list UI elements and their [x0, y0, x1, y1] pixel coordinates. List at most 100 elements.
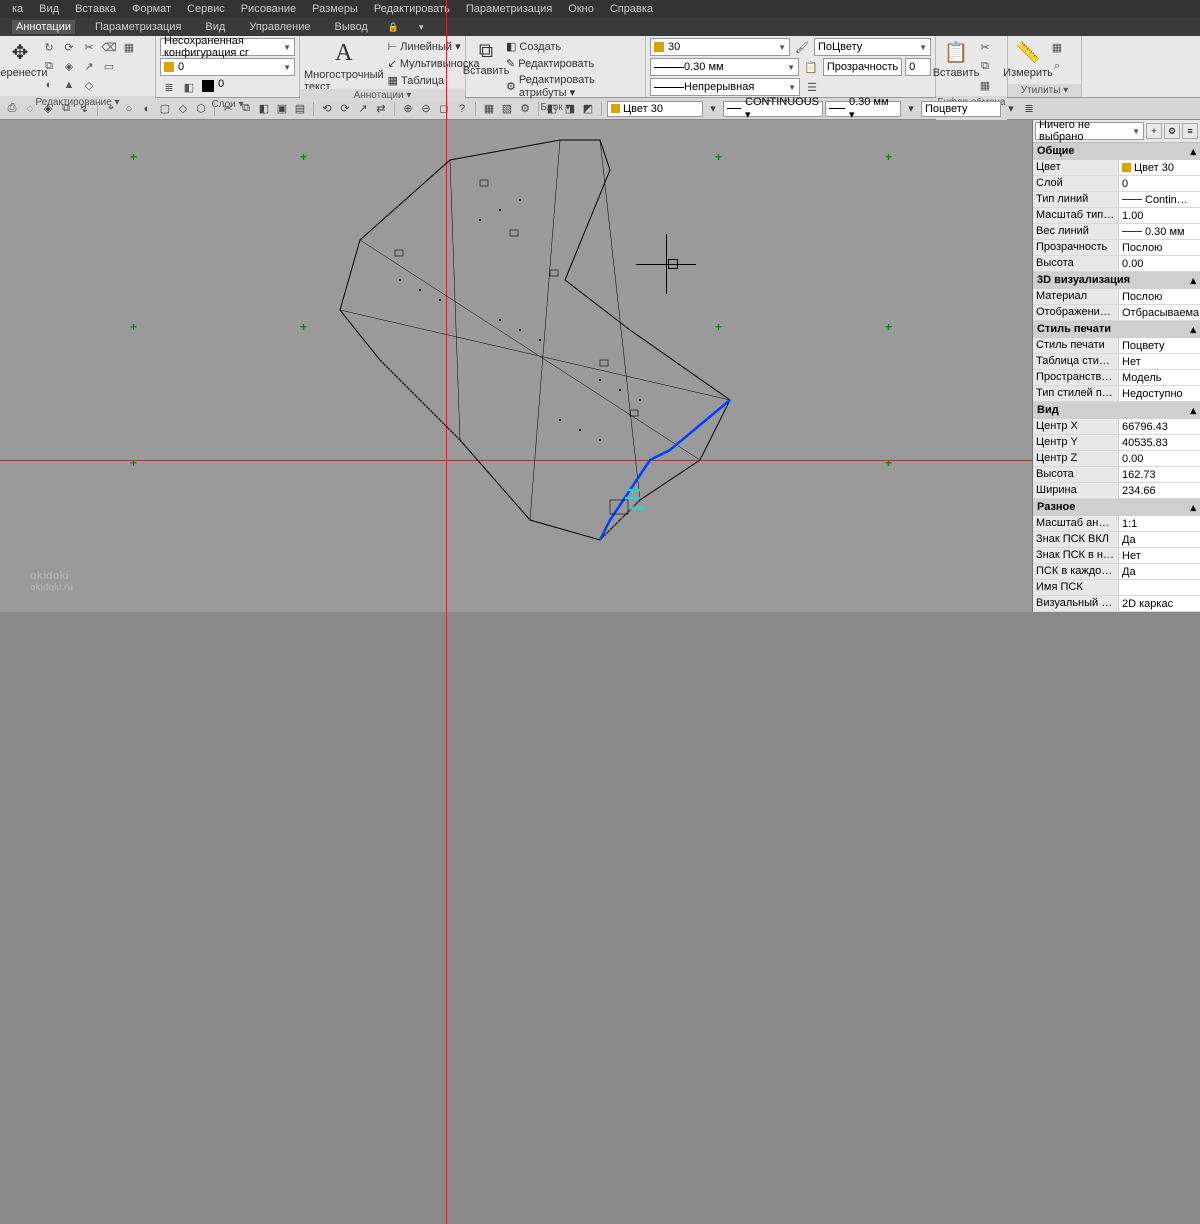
tab-manage[interactable]: Управление [245, 20, 314, 34]
tool-icon[interactable]: ↯ [76, 101, 92, 117]
quickselect-button[interactable]: ⚙ [1164, 123, 1180, 139]
tab-view[interactable]: Вид [201, 20, 229, 34]
tool-icon[interactable]: ⬡ [193, 101, 209, 117]
tool-icon[interactable]: ⇄ [373, 101, 389, 117]
tool-icon[interactable]: ↗ [80, 57, 98, 75]
tab-output[interactable]: Вывод [330, 20, 371, 34]
tab-parametrization[interactable]: Параметризация [91, 20, 185, 34]
layer-combo[interactable]: 0 ▼ [160, 58, 295, 76]
measure-button[interactable]: 📏 Измерить [1012, 38, 1044, 82]
palette-menu-button[interactable]: ≡ [1182, 123, 1198, 139]
tool-icon[interactable]: ⌫ [100, 38, 118, 56]
tool-icon[interactable]: ◇ [80, 76, 98, 94]
pickadd-button[interactable]: + [1146, 123, 1162, 139]
menu-item[interactable]: Размеры [312, 3, 358, 15]
layer-tool-icon[interactable]: ≣ [160, 78, 178, 96]
tool-icon[interactable]: ⚙ [517, 101, 533, 117]
tool-icon[interactable]: ◨ [562, 101, 578, 117]
props-row[interactable]: Визуальный стиль2D каркас [1033, 596, 1200, 612]
prop-value[interactable]: Отбрасываема… [1119, 305, 1200, 320]
prop-value[interactable]: Да [1119, 532, 1200, 547]
props-row[interactable]: Слой0 [1033, 176, 1200, 192]
props-row[interactable]: Таблица стилей …Нет [1033, 354, 1200, 370]
menu-item[interactable]: Редактировать [374, 3, 450, 15]
menu-item[interactable]: Параметризация [466, 3, 552, 15]
prop-value[interactable]: 66796.43 [1119, 419, 1200, 434]
tool-icon[interactable]: ⌖ [103, 101, 119, 117]
props-row[interactable]: Имя ПСК [1033, 580, 1200, 596]
tool-icon[interactable]: ⧉ [58, 101, 74, 117]
copy-button[interactable]: ⧉ [976, 57, 994, 75]
prop-value[interactable]: Нет [1119, 354, 1200, 369]
prop-value[interactable]: Послою [1119, 240, 1200, 255]
paste-button[interactable]: 📋 Вставить [940, 38, 972, 82]
props-row[interactable]: Масштаб типа л…1.00 [1033, 208, 1200, 224]
tool-icon[interactable]: ▣ [274, 101, 290, 117]
tool-icon[interactable]: ⎙ [4, 101, 20, 117]
prop-value[interactable]: 162.73 [1119, 467, 1200, 482]
tool-icon[interactable]: ◩ [580, 101, 596, 117]
prop-value[interactable]: 1:1 [1119, 516, 1200, 531]
menu-item[interactable]: ка [12, 3, 23, 15]
match-props-button[interactable]: 🖌 [793, 38, 811, 56]
props-row[interactable]: ПрозрачностьПослою [1033, 240, 1200, 256]
tool-icon[interactable]: ◌ [22, 101, 38, 117]
props-row[interactable]: Тип линийContin… [1033, 192, 1200, 208]
prop-value[interactable] [1119, 580, 1200, 595]
tool-icon[interactable]: ◐ [139, 101, 155, 117]
prop-value[interactable]: Contin… [1119, 192, 1200, 207]
tool-icon[interactable]: ✂ [220, 101, 236, 117]
menu-item[interactable]: Сервис [187, 3, 225, 15]
tool-icon[interactable]: ◧ [256, 101, 272, 117]
menu-item[interactable]: Формат [132, 3, 171, 15]
color-black-swatch[interactable] [202, 80, 214, 92]
props-row[interactable]: Пространство та…Модель [1033, 370, 1200, 386]
tb-linetype-combo[interactable]: CONTINUOUS ▾ [723, 101, 823, 117]
tool-icon[interactable]: ◧ [544, 101, 560, 117]
tb-lw-combo[interactable]: 0.30 мм ▾ [825, 101, 901, 117]
tool-icon[interactable]: ▭ [100, 57, 118, 75]
tool-icon[interactable]: ▲ [60, 76, 78, 94]
props-row[interactable]: Высота0.00 [1033, 256, 1200, 272]
props-row[interactable]: Высота162.73 [1033, 467, 1200, 483]
tool-icon[interactable]: ↗ [355, 101, 371, 117]
cut-button[interactable]: ✂ [976, 38, 994, 56]
insert-block-button[interactable]: ⧉ Вставить [470, 38, 502, 82]
props-group-header[interactable]: Разное▴ [1033, 499, 1200, 516]
trans-combo[interactable]: Прозрачность [823, 58, 902, 76]
tool-icon[interactable]: ▾ [903, 101, 919, 117]
tool-icon[interactable]: ▦ [481, 101, 497, 117]
clip-button[interactable]: ▦ [976, 76, 994, 94]
prop-value[interactable]: Недоступно [1119, 386, 1200, 401]
prop-value[interactable]: 0.30 мм [1119, 224, 1200, 239]
expand-icon[interactable]: ▾ [415, 21, 428, 34]
prop-value[interactable]: Модель [1119, 370, 1200, 385]
props-group-header[interactable]: Стиль печати▴ [1033, 321, 1200, 338]
tool-icon[interactable]: ↻ [40, 38, 58, 56]
tool-icon[interactable]: ⟳ [337, 101, 353, 117]
props-group-header[interactable]: 3D визуализация▴ [1033, 272, 1200, 289]
prop-value[interactable]: Послою [1119, 289, 1200, 304]
tool-icon[interactable]: ⊖ [418, 101, 434, 117]
layer-config-combo[interactable]: Несохраненная конфигурация сг ▼ [160, 38, 295, 56]
props-row[interactable]: ЦветЦвет 30 [1033, 160, 1200, 176]
props-row[interactable]: Знак ПСК ВКЛДа [1033, 532, 1200, 548]
props-row[interactable]: Масштаб аннота…1:1 [1033, 516, 1200, 532]
color-combo[interactable]: 30 ▼ [650, 38, 790, 56]
prop-value[interactable]: Да [1119, 564, 1200, 579]
tool-icon[interactable]: ◈ [40, 101, 56, 117]
tool-icon[interactable]: ○ [121, 101, 137, 117]
util-button[interactable]: ▦ [1048, 38, 1066, 56]
tool-icon[interactable]: ◈ [60, 57, 78, 75]
prop-value[interactable]: 40535.83 [1119, 435, 1200, 450]
tool-icon[interactable]: ✂ [80, 38, 98, 56]
props-row[interactable]: Центр Y40535.83 [1033, 435, 1200, 451]
drawing-canvas[interactable]: + + + + + + + + + + [0, 120, 1200, 612]
tool-icon[interactable]: ◻ [436, 101, 452, 117]
menu-item[interactable]: Рисование [241, 3, 296, 15]
props-row[interactable]: Отображение те…Отбрасываема… [1033, 305, 1200, 321]
menu-item[interactable]: Вид [39, 3, 59, 15]
tool-icon[interactable]: ⊕ [400, 101, 416, 117]
prop-value[interactable]: Цвет 30 [1119, 160, 1200, 175]
chevron-down-icon[interactable]: ▾ [705, 101, 721, 117]
